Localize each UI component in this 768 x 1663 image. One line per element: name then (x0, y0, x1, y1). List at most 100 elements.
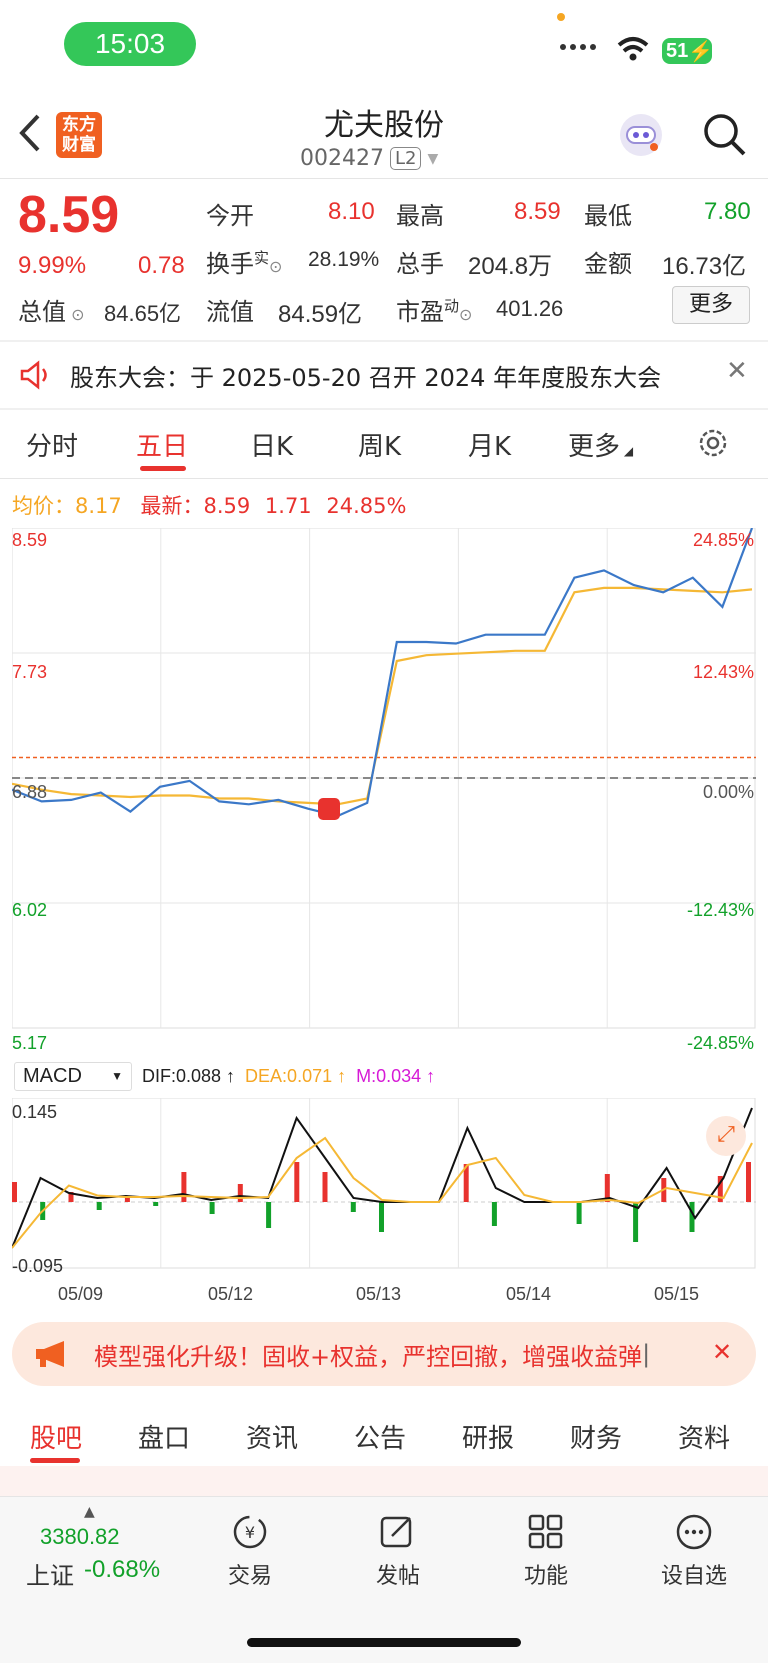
macd-dif: DIF:0.088 ↑ (142, 1066, 236, 1086)
signal-icon (560, 44, 596, 50)
tab-pankou[interactable]: 盘口 (138, 1418, 190, 1455)
macd-chart[interactable] (12, 1098, 756, 1280)
wifi-icon (617, 37, 649, 61)
macd-histogram-bar (266, 1202, 272, 1228)
more-dots-icon (676, 1514, 712, 1550)
five-day-price-chart[interactable] (12, 528, 756, 1058)
macd-histogram-bar (379, 1202, 384, 1232)
expand-icon[interactable]: ⤢ (706, 1116, 746, 1156)
x-tick-date: 05/13 (356, 1284, 402, 1304)
chart-info-line: 均价：8.17 最新：8.59 1.71 24.85% (12, 494, 407, 518)
price-line (12, 528, 754, 818)
high-value: 8.59 (514, 198, 561, 225)
macd-histogram-bar (491, 1202, 497, 1226)
macd-frame (12, 1098, 756, 1269)
index-change[interactable]: -0.68% (84, 1556, 160, 1584)
open-label: 今开 (206, 202, 254, 230)
amount-value: 16.73亿 (662, 253, 747, 280)
stock-code-row[interactable]: 002427 L2 ▼ (300, 146, 438, 171)
turnover-label: 换手实⊙ (206, 249, 283, 278)
low-value: 7.80 (704, 198, 751, 225)
home-indicator (247, 1638, 521, 1647)
robot-assistant-icon[interactable] (618, 112, 664, 158)
y-tick-right: 24.85% (692, 530, 754, 550)
grid-icon (528, 1514, 563, 1549)
mcap-value: 84.65亿 (104, 301, 182, 326)
divider (0, 178, 768, 179)
close-icon[interactable]: ✕ (712, 1338, 732, 1366)
pe-value: 401.26 (496, 296, 564, 321)
macd-histogram-bar (746, 1162, 751, 1202)
svg-text:¥: ¥ (245, 1523, 255, 1542)
change-value: 0.78 (138, 252, 185, 279)
mcap-label: 总值 ⊙ (18, 298, 85, 326)
tab-news[interactable]: 资讯 (246, 1418, 298, 1455)
chevron-down-icon: ▼ (427, 150, 439, 167)
tab-weekly-k[interactable]: 周K (358, 426, 401, 463)
megaphone-icon (36, 1341, 64, 1367)
promo-banner[interactable]: 模型强化升级！固收+权益，严控回撤，增强收益弹 | (12, 1322, 756, 1386)
tab-intraday[interactable]: 分时 (26, 426, 78, 463)
stock-code: 002427 (300, 146, 384, 171)
y-tick-right: -12.43% (686, 900, 754, 920)
tab-more[interactable]: 更多 ◢ (568, 426, 633, 463)
macd-histogram-bar (181, 1172, 187, 1202)
search-icon[interactable] (702, 112, 748, 158)
active-tab-indicator (30, 1458, 80, 1463)
x-tick-date: 05/14 (506, 1284, 552, 1304)
macd-histogram-bar (350, 1202, 356, 1212)
float-value: 84.59亿 (278, 301, 363, 328)
battery-icon: 51 ⚡ (662, 38, 713, 64)
avg-price-line (12, 586, 753, 806)
tab-announcements[interactable]: 公告 (354, 1418, 406, 1455)
speaker-icon (20, 360, 47, 390)
y-tick-left: 7.73 (12, 662, 48, 682)
macd-m: M:0.034 ↑ (356, 1066, 436, 1086)
tab-research[interactable]: 研报 (462, 1418, 514, 1455)
index-value[interactable]: 3380.82 (40, 1524, 120, 1550)
index-name[interactable]: 上证 (26, 1556, 74, 1591)
change-pct: 9.99% (18, 252, 87, 279)
x-tick-date: 05/12 (208, 1284, 254, 1304)
low-label: 最低 (584, 202, 632, 230)
indicator-select[interactable]: MACD ▼ (14, 1062, 132, 1091)
notice-bar[interactable]: 股东大会：于 2025-05-20 召开 2024 年年度股东大会 (0, 342, 768, 408)
tab-daily-k[interactable]: 日K (250, 426, 293, 463)
tab-profile[interactable]: 资料 (678, 1418, 730, 1455)
y-tick-left: 8.59 (12, 530, 48, 550)
tab-finance[interactable]: 财务 (570, 1418, 622, 1455)
open-value: 8.10 (328, 198, 375, 225)
privacy-dot (557, 13, 565, 21)
active-tab-indicator (140, 466, 186, 471)
macd-header: MACD ▼ DIF:0.088 ↑ DEA:0.071 ↑ M:0.034 ↑ (14, 1062, 435, 1091)
x-tick-date: 05/15 (654, 1284, 700, 1304)
more-button[interactable]: 更多 (672, 286, 750, 324)
tab-five-day[interactable]: 五日 (136, 426, 188, 463)
edit-icon (380, 1516, 412, 1548)
close-icon[interactable]: ✕ (726, 356, 748, 386)
y-tick-right: -24.85% (686, 1033, 754, 1053)
tab-guba[interactable]: 股吧 (30, 1418, 82, 1455)
nav-functions[interactable]: 功能 (496, 1512, 596, 1590)
y-tick-left: 6.88 (12, 782, 48, 802)
macd-histogram-bar (237, 1184, 243, 1202)
nav-trade[interactable]: ¥ 交易 (200, 1512, 300, 1590)
float-label: 流值 (206, 298, 254, 326)
macd-histogram-bar (209, 1202, 215, 1214)
divider (0, 478, 768, 479)
nav-post[interactable]: 发帖 (348, 1512, 448, 1590)
amount-label: 金额 (584, 250, 632, 278)
macd-histogram-bar (322, 1172, 328, 1202)
content-peek (0, 1466, 768, 1496)
high-label: 最高 (396, 202, 444, 230)
macd-histogram-bar (96, 1202, 102, 1210)
pe-label: 市盈动⊙ (396, 297, 473, 326)
y-tick-right: 0.00% (702, 782, 754, 802)
nav-add-watchlist[interactable]: 设自选 (644, 1512, 744, 1590)
settings-gear-icon[interactable] (696, 426, 730, 460)
macd-histogram-bar (12, 1182, 17, 1202)
volume-label: 总手 (396, 250, 444, 278)
macd-dea: DEA:0.071 ↑ (245, 1066, 347, 1086)
tab-monthly-k[interactable]: 月K (468, 426, 511, 463)
turnover-value: 28.19% (308, 248, 380, 271)
